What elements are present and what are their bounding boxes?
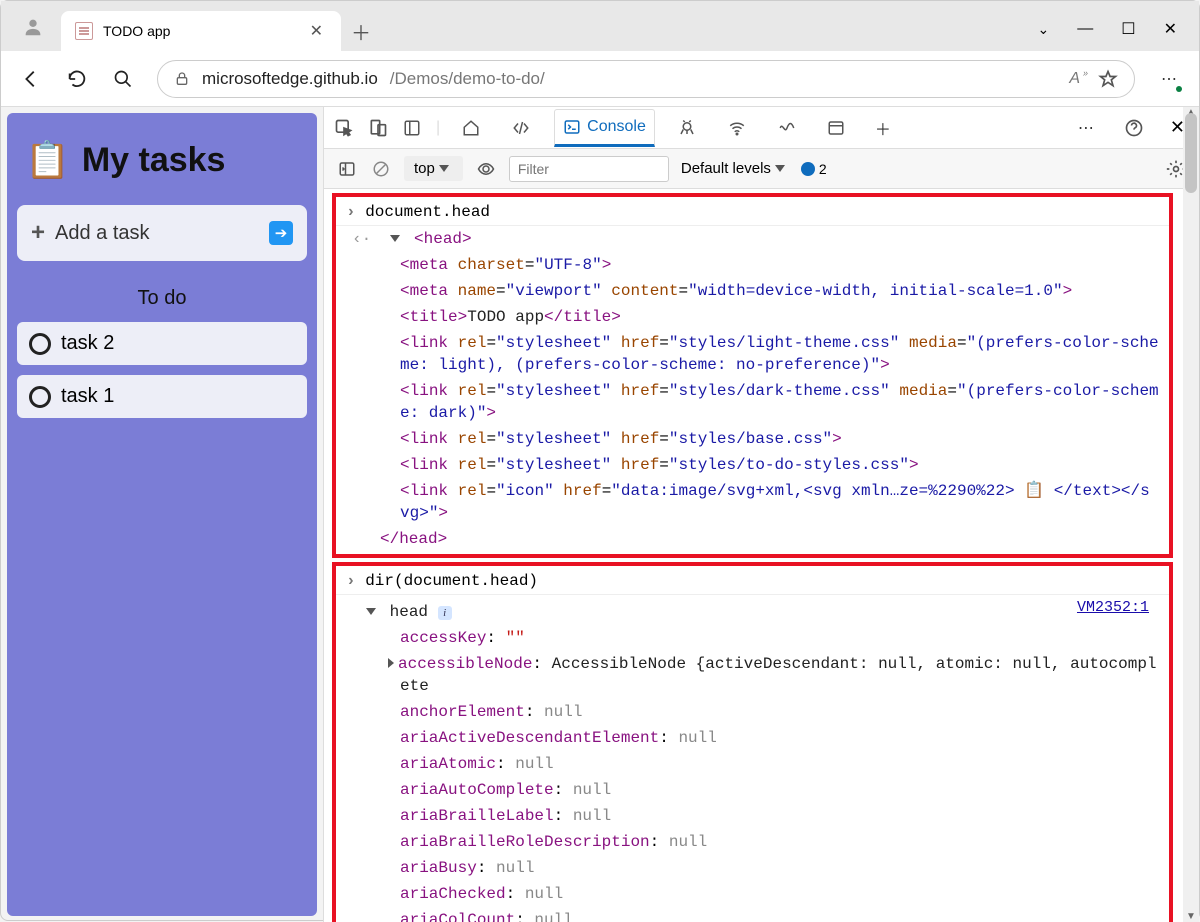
clear-console-icon[interactable] bbox=[370, 158, 392, 180]
task-item[interactable]: task 2 bbox=[17, 322, 307, 365]
address-bar: microsoftedge.github.io/Demos/demo-to-do… bbox=[1, 51, 1199, 107]
object-header: head i bbox=[336, 599, 1169, 625]
object-property: ariaAtomic: null bbox=[336, 751, 1169, 777]
console-dom-node: <link rel="stylesheet" href="styles/ligh… bbox=[336, 330, 1169, 378]
context-selector[interactable]: top bbox=[404, 156, 463, 181]
console-dom-node: <meta name="viewport" content="width=dev… bbox=[336, 278, 1169, 304]
plus-icon: + bbox=[31, 219, 45, 247]
console-output-line: ‹· <head> bbox=[336, 226, 1169, 252]
inspect-icon[interactable] bbox=[334, 118, 354, 138]
log-levels-selector[interactable]: Default levels bbox=[681, 160, 789, 177]
device-toggle-icon[interactable] bbox=[368, 118, 388, 138]
console-output[interactable]: document.head ‹· <head> <meta charset="U… bbox=[324, 189, 1199, 922]
vertical-scrollbar[interactable]: ▲ ▼ bbox=[1183, 107, 1199, 922]
lock-icon bbox=[174, 71, 190, 87]
vm-source-link[interactable]: VM2352:1 bbox=[1077, 597, 1149, 619]
back-button[interactable] bbox=[19, 67, 43, 91]
console-input-line: dir(document.head) bbox=[336, 568, 1169, 594]
url-input[interactable]: microsoftedge.github.io/Demos/demo-to-do… bbox=[157, 60, 1135, 98]
console-dom-node: <link rel="stylesheet" href="styles/dark… bbox=[336, 378, 1169, 426]
tab-title: TODO app bbox=[103, 23, 296, 39]
new-tab-button[interactable]: ＋ bbox=[341, 11, 381, 51]
close-tab-icon[interactable]: ✕ bbox=[306, 17, 327, 45]
profile-button[interactable] bbox=[15, 9, 51, 45]
console-dom-node: <link rel="stylesheet" href="styles/to-d… bbox=[336, 452, 1169, 478]
live-expression-icon[interactable] bbox=[475, 158, 497, 180]
browser-tab[interactable]: TODO app ✕ bbox=[61, 11, 341, 51]
chevron-down-icon[interactable]: ⌄ bbox=[1038, 21, 1050, 38]
info-icon[interactable]: i bbox=[438, 606, 452, 620]
devtools-tab-elements[interactable] bbox=[502, 111, 540, 145]
url-host: microsoftedge.github.io bbox=[202, 69, 378, 89]
devtools-tab-more[interactable]: ＋ bbox=[867, 108, 899, 148]
object-property: ariaBrailleLabel: null bbox=[336, 803, 1169, 829]
object-property: ariaAutoComplete: null bbox=[336, 777, 1169, 803]
object-property: accessibleNode: AccessibleNode {activeDe… bbox=[336, 651, 1169, 699]
object-property: ariaColCount: null bbox=[336, 907, 1169, 922]
object-property: ariaBrailleRoleDescription: null bbox=[336, 829, 1169, 855]
task-checkbox[interactable] bbox=[29, 333, 51, 355]
devtools-tab-network[interactable] bbox=[719, 111, 755, 145]
maximize-button[interactable]: ☐ bbox=[1121, 19, 1135, 39]
devtools-tab-application[interactable] bbox=[819, 111, 853, 145]
scrollbar-thumb[interactable] bbox=[1185, 113, 1197, 193]
add-task-input[interactable]: + Add a task ➔ bbox=[17, 205, 307, 261]
object-property: ariaActiveDescendantElement: null bbox=[336, 725, 1169, 751]
console-dom-node: <meta charset="UTF-8"> bbox=[336, 252, 1169, 278]
add-task-placeholder: Add a task bbox=[55, 222, 150, 245]
devtools-tab-performance[interactable] bbox=[769, 111, 805, 145]
clipboard-icon: 📋 bbox=[25, 139, 70, 181]
devtools-tab-console[interactable]: Console bbox=[554, 109, 655, 147]
submit-task-icon[interactable]: ➔ bbox=[269, 221, 293, 245]
console-toolbar: top Default levels 2 bbox=[324, 149, 1199, 189]
toggle-sidebar-icon[interactable] bbox=[336, 158, 358, 180]
console-input-line: document.head bbox=[336, 199, 1169, 225]
console-dom-node: </head> bbox=[336, 526, 1169, 552]
issues-badge[interactable]: 2 bbox=[801, 161, 827, 177]
todo-app-panel: 📋 My tasks + Add a task ➔ To do task 2 ta… bbox=[7, 113, 317, 916]
object-property: ariaChecked: null bbox=[336, 881, 1169, 907]
console-dom-node: <title>TODO app</title> bbox=[336, 304, 1169, 330]
devtools-tab-console-label: Console bbox=[587, 118, 646, 136]
console-dom-node: <link rel="icon" href="data:image/svg+xm… bbox=[336, 478, 1169, 526]
menu-button[interactable]: ⋯ bbox=[1157, 67, 1181, 91]
object-property: ariaBusy: null bbox=[336, 855, 1169, 881]
help-icon[interactable] bbox=[1116, 110, 1152, 146]
task-checkbox[interactable] bbox=[29, 386, 51, 408]
object-property: accessKey: "" bbox=[336, 625, 1169, 651]
devtools-tabbar: | Console ＋ ⋯ ✕ bbox=[324, 107, 1199, 149]
object-property: anchorElement: null bbox=[336, 699, 1169, 725]
dock-icon[interactable] bbox=[402, 118, 422, 138]
read-aloud-icon[interactable]: A» bbox=[1069, 70, 1080, 88]
highlighted-output-2: dir(document.head) VM2352:1 head i acces… bbox=[332, 562, 1173, 922]
refresh-button[interactable] bbox=[65, 67, 89, 91]
task-label: task 1 bbox=[61, 385, 114, 408]
devtools-tab-sources[interactable] bbox=[669, 111, 705, 145]
section-label: To do bbox=[17, 287, 307, 310]
task-item[interactable]: task 1 bbox=[17, 375, 307, 418]
devtools-more-icon[interactable]: ⋯ bbox=[1070, 110, 1102, 146]
favorite-icon[interactable] bbox=[1098, 69, 1118, 89]
devtools-tab-welcome[interactable] bbox=[454, 111, 488, 145]
highlighted-output-1: document.head ‹· <head> <meta charset="U… bbox=[332, 193, 1173, 558]
search-button[interactable] bbox=[111, 67, 135, 91]
url-path: /Demos/demo-to-do/ bbox=[390, 69, 545, 89]
close-window-button[interactable]: ✕ bbox=[1164, 19, 1177, 39]
task-label: task 2 bbox=[61, 332, 114, 355]
filter-input[interactable] bbox=[509, 156, 669, 182]
tab-favicon bbox=[75, 22, 93, 40]
window-controls: ⌄ — ☐ ✕ bbox=[1038, 19, 1199, 51]
minimize-button[interactable]: — bbox=[1077, 20, 1093, 38]
devtools-panel: | Console ＋ ⋯ ✕ top Default levels 2 bbox=[323, 107, 1199, 922]
console-dom-node: <link rel="stylesheet" href="styles/base… bbox=[336, 426, 1169, 452]
window-titlebar: TODO app ✕ ＋ ⌄ — ☐ ✕ bbox=[1, 1, 1199, 51]
todo-title: My tasks bbox=[82, 141, 226, 180]
